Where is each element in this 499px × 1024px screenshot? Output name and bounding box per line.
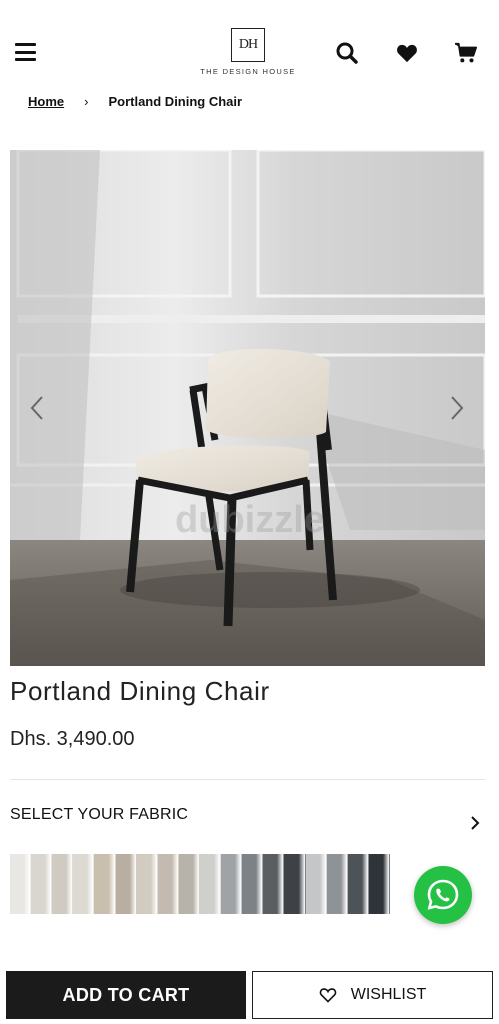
brand-logo[interactable]: DH THE DESIGN HOUSE bbox=[196, 28, 300, 76]
fabric-swatch[interactable] bbox=[263, 854, 285, 914]
product-image: dubizzle bbox=[10, 150, 485, 666]
breadcrumb-separator: › bbox=[84, 94, 89, 109]
fabric-swatch[interactable] bbox=[157, 854, 179, 914]
fabric-swatch[interactable] bbox=[199, 854, 222, 914]
heart-icon[interactable] bbox=[394, 40, 420, 66]
breadcrumb: Home › Portland Dining Chair bbox=[28, 94, 242, 109]
add-to-cart-button[interactable]: ADD TO CART bbox=[6, 971, 246, 1019]
logo-mark: DH bbox=[231, 28, 265, 62]
whatsapp-icon bbox=[427, 879, 459, 910]
fabric-swatch[interactable] bbox=[326, 854, 348, 914]
heart-outline-icon bbox=[319, 988, 336, 1003]
site-header: DH THE DESIGN HOUSE bbox=[0, 0, 499, 92]
chevron-left-icon bbox=[30, 396, 43, 420]
fabric-swatch[interactable] bbox=[10, 854, 32, 914]
chevron-right-icon bbox=[451, 396, 464, 420]
product-title: Portland Dining Chair bbox=[10, 676, 270, 706]
logo-text: THE DESIGN HOUSE bbox=[200, 67, 296, 76]
watermark: dubizzle bbox=[175, 499, 325, 541]
fabric-section-label: SELECT YOUR FABRIC bbox=[10, 806, 189, 823]
breadcrumb-current: Portland Dining Chair bbox=[108, 94, 243, 109]
fabric-swatch[interactable] bbox=[73, 854, 95, 914]
wishlist-label: WISHLIST bbox=[350, 986, 427, 1003]
whatsapp-chat-button[interactable] bbox=[414, 866, 472, 924]
divider bbox=[10, 779, 485, 780]
search-icon[interactable] bbox=[334, 40, 360, 66]
product-price: Dhs. 3,490.00 bbox=[10, 728, 135, 750]
fabric-swatch[interactable] bbox=[136, 854, 158, 914]
breadcrumb-home-link[interactable]: Home bbox=[28, 94, 64, 109]
fabric-swatch[interactable] bbox=[368, 854, 390, 914]
fabric-swatch[interactable] bbox=[242, 854, 264, 914]
fabric-swatch[interactable] bbox=[221, 854, 243, 914]
fabric-swatch[interactable] bbox=[94, 854, 116, 914]
cart-icon[interactable] bbox=[453, 40, 479, 66]
fabric-swatch[interactable] bbox=[178, 854, 200, 914]
chevron-right-icon bbox=[471, 816, 480, 830]
fabric-swatch[interactable] bbox=[347, 854, 369, 914]
fabric-swatch-strip[interactable] bbox=[10, 854, 390, 914]
fabric-swatch[interactable] bbox=[284, 854, 306, 914]
gallery-next-button[interactable] bbox=[447, 390, 467, 426]
hamburger-menu-icon[interactable] bbox=[15, 43, 36, 61]
fabric-swatch[interactable] bbox=[52, 854, 74, 914]
fabric-swatch[interactable] bbox=[305, 854, 327, 914]
fabric-expand-button[interactable] bbox=[466, 813, 484, 833]
fabric-swatch[interactable] bbox=[31, 854, 53, 914]
fabric-swatch[interactable] bbox=[115, 854, 137, 914]
gallery-prev-button[interactable] bbox=[27, 390, 47, 426]
product-image-gallery[interactable]: dubizzle bbox=[10, 150, 485, 666]
wishlist-button[interactable]: WISHLIST bbox=[252, 971, 493, 1019]
